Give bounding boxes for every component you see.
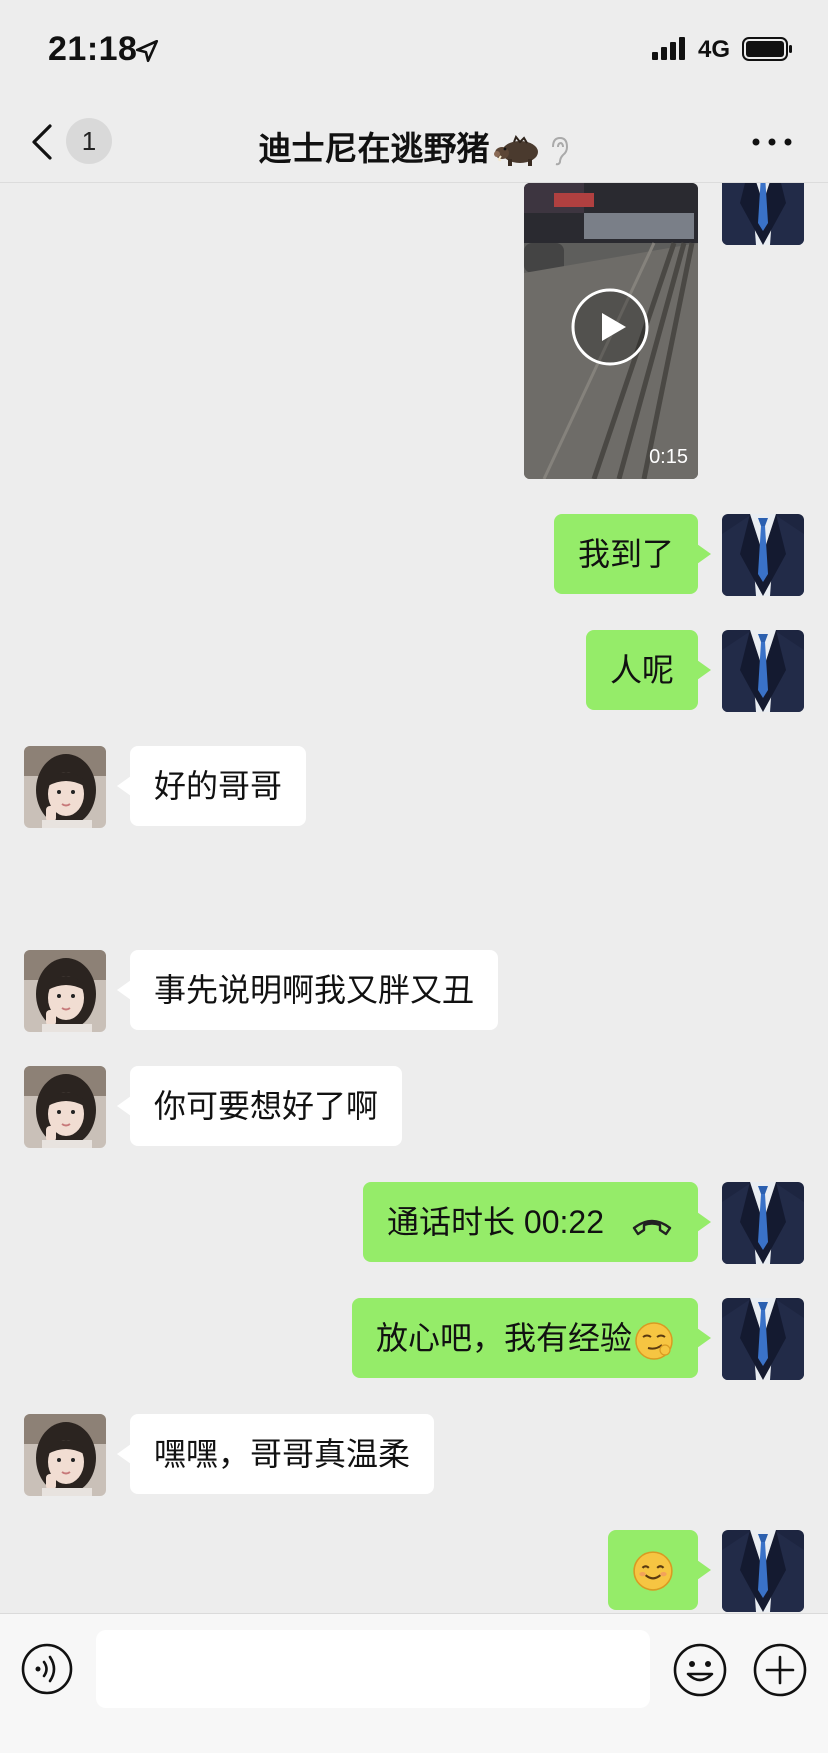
message-bubble-received[interactable]: 嘿嘿，哥哥真温柔 bbox=[116, 1414, 435, 1494]
play-icon[interactable] bbox=[570, 287, 650, 367]
message-text: 好的哥哥 bbox=[154, 768, 283, 804]
message-text: 我到了 bbox=[577, 536, 674, 572]
status-bar: 21:18 4G bbox=[0, 0, 828, 100]
video-duration: 0:15 bbox=[649, 446, 688, 468]
message-bubble-received[interactable]: 好的哥哥 bbox=[116, 746, 307, 826]
battery-icon bbox=[742, 37, 792, 61]
my-avatar[interactable] bbox=[722, 514, 804, 596]
message-text: 放心吧，我有经验 bbox=[375, 1320, 632, 1356]
network-type: 4G bbox=[698, 36, 731, 63]
contact-avatar[interactable] bbox=[24, 1414, 106, 1496]
message-bubble-received[interactable]: 事先说明啊我又胖又丑 bbox=[116, 950, 499, 1030]
message-bubble-sent[interactable]: 人呢 bbox=[585, 630, 712, 710]
smirk-emoji-icon bbox=[635, 1321, 673, 1360]
my-avatar[interactable] bbox=[722, 1182, 804, 1264]
emoji-icon[interactable] bbox=[672, 1642, 728, 1698]
contact-avatar[interactable] bbox=[24, 746, 106, 828]
chat-title: 迪士尼在逃野猪 bbox=[258, 130, 490, 167]
my-avatar[interactable] bbox=[722, 630, 804, 712]
my-avatar[interactable] bbox=[722, 1298, 804, 1380]
message-text: 你可要想好了啊 bbox=[154, 1088, 379, 1124]
phone-hangup-icon bbox=[632, 1219, 672, 1235]
more-icon[interactable] bbox=[750, 136, 794, 148]
message-text: 嘿嘿，哥哥真温柔 bbox=[154, 1436, 411, 1472]
signal-icon bbox=[652, 37, 685, 60]
emoji-message-bubble[interactable] bbox=[608, 1530, 711, 1610]
status-time: 21:18 bbox=[48, 30, 138, 68]
message-text: 人呢 bbox=[609, 652, 674, 688]
call-record-bubble[interactable]: 通话时长 00:22 bbox=[363, 1182, 711, 1262]
message-input[interactable] bbox=[96, 1630, 650, 1708]
video-message[interactable]: 0:15 bbox=[524, 183, 698, 479]
chat-title-container[interactable]: 迪士尼在逃野猪 bbox=[0, 122, 828, 170]
my-avatar[interactable] bbox=[722, 183, 804, 245]
location-arrow-icon bbox=[135, 39, 159, 63]
boar-emoji-icon bbox=[493, 135, 538, 167]
contact-avatar[interactable] bbox=[24, 1066, 106, 1148]
chat-header: 1 迪士尼在逃野猪 bbox=[0, 100, 828, 183]
call-duration-text: 通话时长 00:22 bbox=[387, 1204, 604, 1240]
smile-emoji-icon bbox=[633, 1551, 673, 1591]
input-bar bbox=[0, 1613, 828, 1753]
earpiece-mode-icon bbox=[551, 137, 568, 166]
message-bubble-received[interactable]: 你可要想好了啊 bbox=[116, 1066, 403, 1146]
message-bubble-sent[interactable]: 放心吧，我有经验 bbox=[351, 1298, 712, 1378]
my-avatar[interactable] bbox=[722, 1530, 804, 1612]
plus-icon[interactable] bbox=[752, 1642, 808, 1698]
voice-icon[interactable] bbox=[20, 1642, 74, 1696]
message-text: 事先说明啊我又胖又丑 bbox=[154, 972, 475, 1008]
message-list[interactable]: 0:15 我到了 人呢 好的哥哥 事先说明啊我又胖又丑 你可要想好了啊 通话时长… bbox=[0, 183, 828, 1613]
message-bubble-sent[interactable]: 我到了 bbox=[553, 514, 712, 594]
contact-avatar[interactable] bbox=[24, 950, 106, 1032]
